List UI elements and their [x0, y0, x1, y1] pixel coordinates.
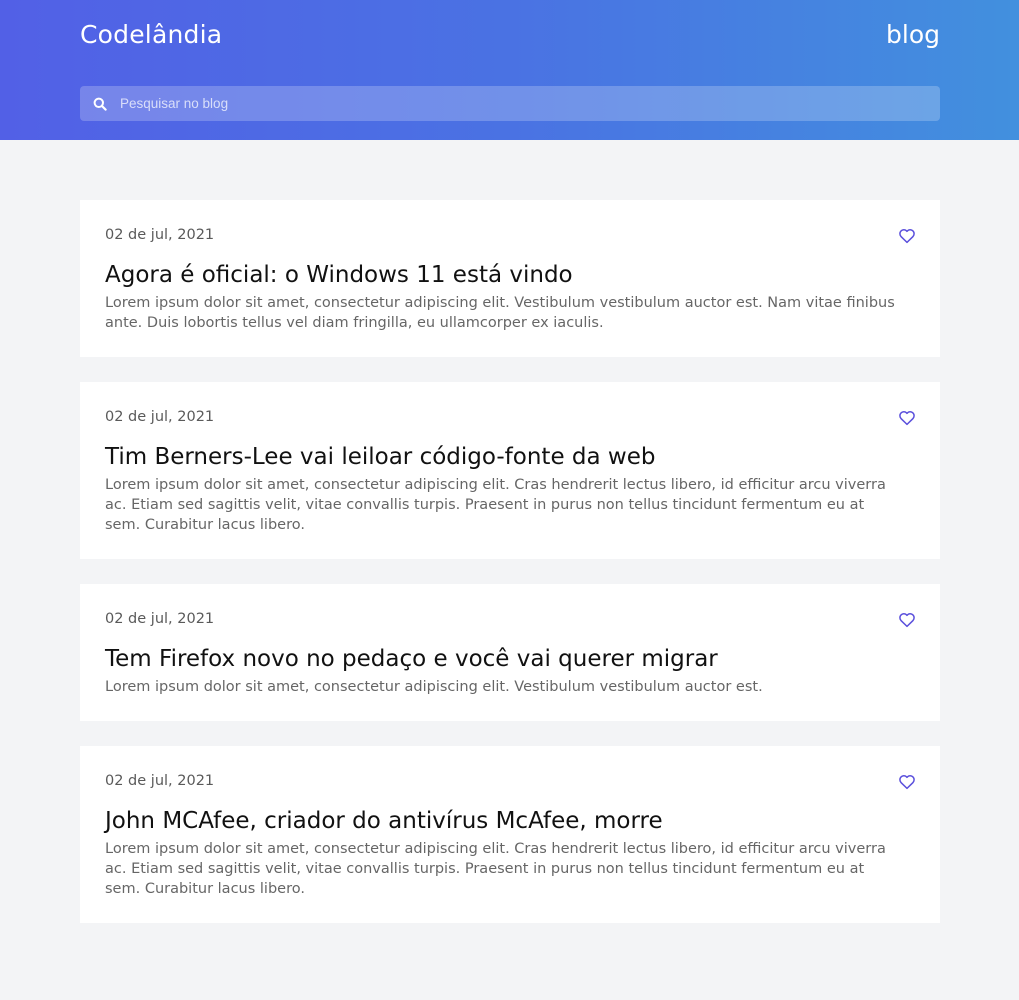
post-excerpt: Lorem ipsum dolor sit amet, consectetur …	[105, 841, 886, 897]
post-list: 02 de jul, 2021 Agora é oficial: o Windo…	[80, 200, 940, 948]
post-card[interactable]: 02 de jul, 2021 John MCAfee, criador do …	[80, 746, 940, 923]
post-date: 02 de jul, 2021	[105, 227, 215, 243]
post-card[interactable]: 02 de jul, 2021 Tem Firefox novo no peda…	[80, 584, 940, 721]
post-excerpt: Lorem ipsum dolor sit amet, consectetur …	[105, 679, 763, 695]
post-title[interactable]: Tem Firefox novo no pedaço e você vai qu…	[105, 643, 915, 675]
nav-link-blog[interactable]: blog	[886, 20, 940, 49]
post-date: 02 de jul, 2021	[105, 611, 215, 627]
search-bar[interactable]	[80, 86, 940, 121]
heart-outline-icon[interactable]	[898, 611, 916, 629]
post-title[interactable]: John MCAfee, criador do antivírus McAfee…	[105, 805, 915, 837]
brand-logo[interactable]: Codelândia	[80, 20, 222, 49]
search-icon	[80, 86, 120, 121]
post-date: 02 de jul, 2021	[105, 773, 215, 789]
heart-outline-icon[interactable]	[898, 773, 916, 791]
post-title[interactable]: Agora é oficial: o Windows 11 está vindo	[105, 259, 915, 291]
post-excerpt: Lorem ipsum dolor sit amet, consectetur …	[105, 477, 886, 533]
post-title[interactable]: Tim Berners-Lee vai leiloar código-fonte…	[105, 441, 915, 473]
post-date: 02 de jul, 2021	[105, 409, 215, 425]
post-card[interactable]: 02 de jul, 2021 Tim Berners-Lee vai leil…	[80, 382, 940, 559]
page-header: Codelândia blog	[0, 0, 1019, 140]
post-card[interactable]: 02 de jul, 2021 Agora é oficial: o Windo…	[80, 200, 940, 357]
heart-outline-icon[interactable]	[898, 227, 916, 245]
search-input[interactable]	[120, 86, 940, 121]
heart-outline-icon[interactable]	[898, 409, 916, 427]
post-excerpt: Lorem ipsum dolor sit amet, consectetur …	[105, 295, 895, 331]
